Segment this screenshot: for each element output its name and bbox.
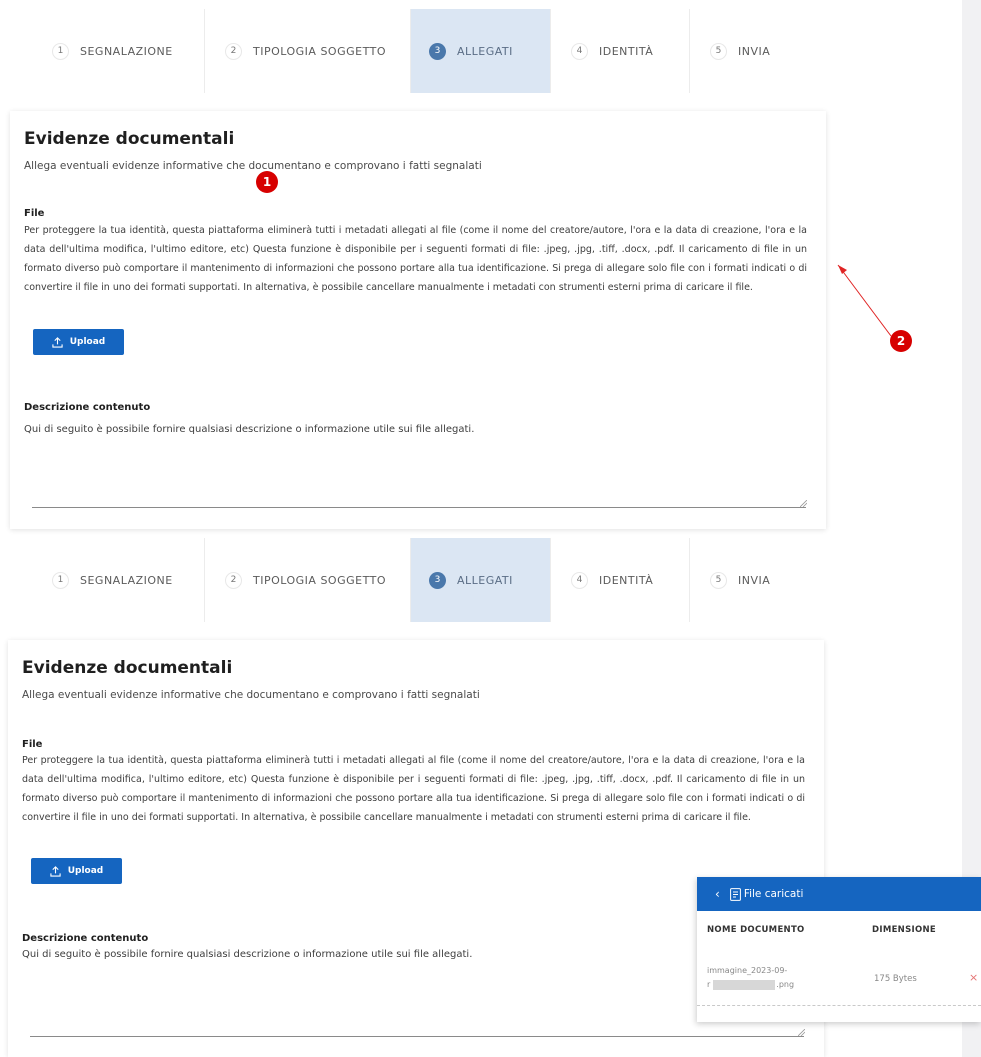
step-tipologia-soggetto[interactable]: 2 TIPOLOGIA SOGGETTO — [204, 9, 410, 93]
evidence-form-card: Evidenze documentali Allega eventuali ev… — [10, 111, 826, 529]
step-number: 5 — [710, 571, 727, 589]
file-name-part: .png — [776, 980, 795, 989]
page-subtitle: Allega eventuali evidenze informative ch… — [22, 689, 480, 701]
step-number: 3 — [429, 571, 446, 589]
uploaded-files-header: ‹ File caricati — [697, 877, 981, 911]
step-label: INVIA — [738, 573, 771, 587]
description-help-text: Qui di seguito è possibile fornire quals… — [24, 424, 475, 435]
remove-file-icon[interactable]: × — [969, 971, 978, 984]
row-divider — [697, 1005, 981, 1006]
page-title: Evidenze documentali — [22, 658, 233, 678]
step-label: SEGNALAZIONE — [80, 573, 173, 587]
step-segnalazione[interactable]: 1 SEGNALAZIONE — [32, 538, 204, 622]
page-title: Evidenze documentali — [24, 129, 235, 149]
step-number: 5 — [710, 42, 727, 60]
uploaded-files-title: File caricati — [743, 888, 804, 900]
step-invia[interactable]: 5 INVIA — [689, 9, 807, 93]
step-segnalazione[interactable]: 1 SEGNALAZIONE — [32, 9, 204, 93]
step-number: 4 — [571, 571, 588, 589]
file-size: 175 Bytes — [874, 974, 917, 984]
resize-handle-icon[interactable] — [798, 1029, 805, 1036]
description-help-text: Qui di seguito è possibile fornire quals… — [22, 949, 473, 960]
annotation-arrow — [837, 264, 892, 337]
step-invia[interactable]: 5 INVIA — [689, 538, 807, 622]
file-name-part: r — [707, 980, 711, 989]
annotation-marker-2: 2 — [890, 330, 912, 352]
step-allegati[interactable]: 3 ALLEGATI — [410, 9, 550, 93]
upload-label: Upload — [69, 337, 106, 347]
step-allegati[interactable]: 3 ALLEGATI — [410, 538, 550, 622]
step-tipologia-soggetto[interactable]: 2 TIPOLOGIA SOGGETTO — [204, 538, 410, 622]
step-number: 2 — [225, 571, 242, 589]
step-identita[interactable]: 4 IDENTITÀ — [550, 538, 689, 622]
annotation-marker-1: 1 — [256, 171, 278, 193]
resize-handle-icon[interactable] — [800, 500, 807, 507]
page-subtitle: Allega eventuali evidenze informative ch… — [24, 160, 482, 172]
file-name-part: immagine_2023-09- — [707, 966, 788, 975]
description-field-label: Descrizione contenuto — [24, 402, 151, 413]
step-label: INVIA — [738, 44, 771, 58]
step-label: ALLEGATI — [457, 44, 513, 58]
step-number: 1 — [52, 42, 69, 60]
step-label: SEGNALAZIONE — [80, 44, 173, 58]
step-number: 3 — [429, 42, 446, 60]
step-number: 1 — [52, 571, 69, 589]
stepper: 1 SEGNALAZIONE 2 TIPOLOGIA SOGGETTO 3 AL… — [32, 538, 807, 622]
step-identita[interactable]: 4 IDENTITÀ — [550, 9, 689, 93]
upload-button[interactable]: Upload — [33, 329, 124, 355]
file-privacy-notice: Per proteggere la tua identità, questa p… — [24, 225, 807, 293]
upload-icon — [50, 865, 61, 877]
step-number: 2 — [225, 42, 242, 60]
description-textarea[interactable] — [30, 1036, 804, 1037]
column-header-name: NOME DOCUMENTO — [707, 925, 805, 935]
stepper: 1 SEGNALAZIONE 2 TIPOLOGIA SOGGETTO 3 AL… — [32, 9, 807, 93]
step-label: TIPOLOGIA SOGGETTO — [253, 44, 386, 58]
redacted-text — [713, 979, 776, 990]
description-field-label: Descrizione contenuto — [22, 933, 149, 944]
chevron-left-icon[interactable]: ‹ — [715, 887, 720, 901]
file-field-label: File — [22, 739, 43, 750]
file-privacy-notice: Per proteggere la tua identità, questa p… — [22, 755, 805, 823]
description-textarea[interactable] — [32, 507, 806, 508]
file-name: immagine_2023-09- r .png — [707, 964, 794, 992]
uploaded-files-panel: ‹ File caricati NOME DOCUMENTO DIMENSION… — [697, 877, 981, 1022]
document-icon — [729, 887, 741, 901]
upload-button[interactable]: Upload — [31, 858, 122, 884]
file-field-label: File — [24, 208, 45, 219]
upload-label: Upload — [67, 866, 104, 876]
step-label: IDENTITÀ — [599, 573, 654, 587]
step-label: TIPOLOGIA SOGGETTO — [253, 573, 386, 587]
upload-icon — [52, 336, 63, 348]
step-label: IDENTITÀ — [599, 44, 654, 58]
step-number: 4 — [571, 42, 588, 60]
column-header-size: DIMENSIONE — [872, 925, 937, 935]
step-label: ALLEGATI — [457, 573, 513, 587]
